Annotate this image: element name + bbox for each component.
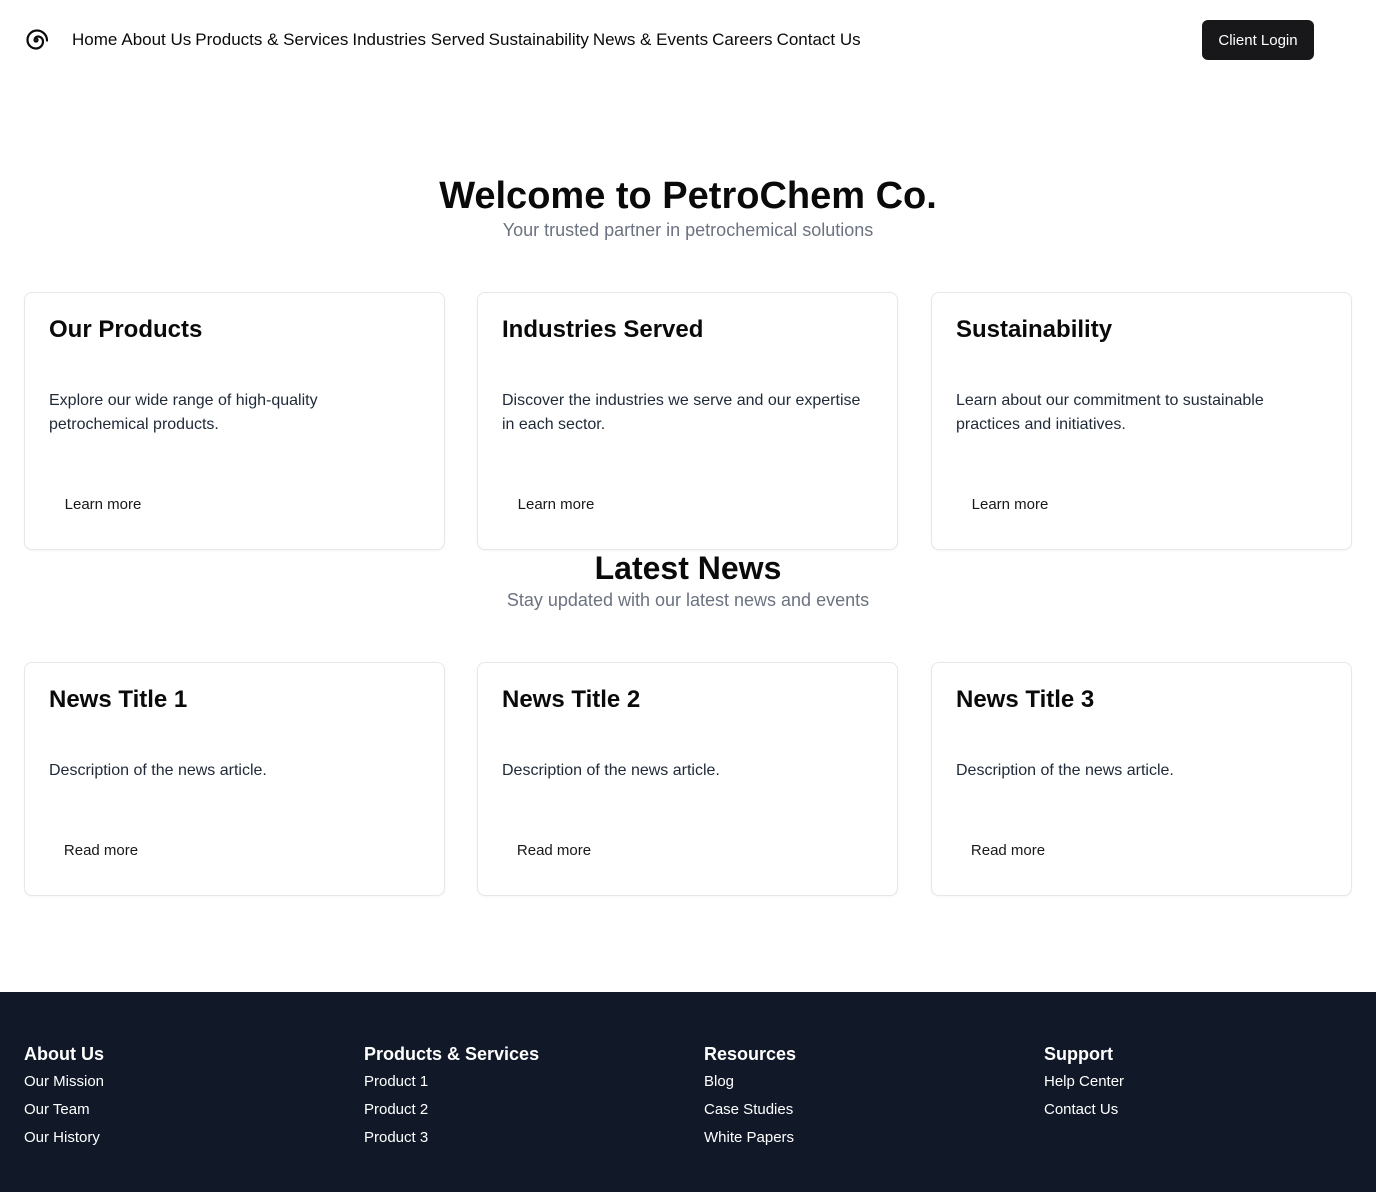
news-card-text: Description of the news article. [956,762,1174,779]
feature-card-products: Our Products Explore our wide range of h… [24,292,445,550]
spiral-logo-icon[interactable] [24,28,48,52]
footer-link-contact-us[interactable]: Contact Us [1044,1096,1124,1124]
footer-link-white-papers[interactable]: White Papers [704,1124,796,1152]
hero-title: Welcome to PetroChem Co. [439,175,937,217]
news-card: News Title 1 Description of the news art… [24,662,445,896]
footer-link-case-studies[interactable]: Case Studies [704,1096,796,1124]
feature-card-title: Our Products [49,316,203,343]
footer-link-blog[interactable]: Blog [704,1068,796,1096]
feature-card-text: Explore our wide range of high-quality p… [49,392,318,433]
nav-sustainability[interactable]: Sustainability [489,30,589,50]
nav-products-services[interactable]: Products & Services [195,30,348,50]
learn-more-button[interactable]: Learn more [49,485,157,525]
client-login-button[interactable]: Client Login [1202,20,1314,60]
footer-link-our-team[interactable]: Our Team [24,1096,104,1124]
read-more-button[interactable]: Read more [502,831,606,871]
news-section-subtitle: Stay updated with our latest news and ev… [506,590,870,610]
feature-card-industries: Industries Served Discover the industrie… [477,292,898,550]
footer-link-our-mission[interactable]: Our Mission [24,1068,104,1096]
learn-more-button[interactable]: Learn more [502,485,610,525]
nav-contact-us[interactable]: Contact Us [777,30,861,50]
nav-industries-served[interactable]: Industries Served [352,30,484,50]
feature-card-title: Sustainability [956,316,1113,343]
footer-column-about: About Us Our Mission Our Team Our Histor… [24,1044,104,1152]
feature-card-text: Learn about our commitment to sustainabl… [956,392,1264,433]
site-footer: About Us Our Mission Our Team Our Histor… [0,992,1376,1192]
news-card-title: News Title 2 [502,686,641,713]
feature-card-sustainability: Sustainability Learn about our commitmen… [931,292,1352,550]
footer-link-product-3[interactable]: Product 3 [364,1124,539,1152]
news-card-text: Description of the news article. [502,762,720,779]
news-card: News Title 3 Description of the news art… [931,662,1352,896]
read-more-button[interactable]: Read more [956,831,1060,871]
news-section-title: Latest News [594,550,782,586]
footer-column-title: About Us [24,1044,104,1064]
footer-column-resources: Resources Blog Case Studies White Papers [704,1044,796,1152]
feature-card-title: Industries Served [502,316,704,343]
footer-link-product-1[interactable]: Product 1 [364,1068,539,1096]
nav-home[interactable]: Home [72,30,117,50]
nav-about-us[interactable]: About Us [121,30,191,50]
footer-link-our-history[interactable]: Our History [24,1124,104,1152]
feature-card-text: Discover the industries we serve and our… [502,392,861,433]
news-card: News Title 2 Description of the news art… [477,662,898,896]
footer-column-title: Products & Services [364,1044,540,1064]
nav-careers[interactable]: Careers [712,30,772,50]
footer-column-title: Support [1044,1044,1113,1064]
footer-column-title: Resources [704,1044,797,1064]
main-nav: Home About Us Products & Services Indust… [72,30,861,50]
read-more-button[interactable]: Read more [49,831,153,871]
hero-subtitle: Your trusted partner in petrochemical so… [502,220,874,240]
site-header: Home About Us Products & Services Indust… [0,0,1376,80]
footer-link-product-2[interactable]: Product 2 [364,1096,539,1124]
news-card-title: News Title 1 [49,686,188,713]
nav-news-events[interactable]: News & Events [593,30,708,50]
footer-link-help-center[interactable]: Help Center [1044,1068,1124,1096]
learn-more-button[interactable]: Learn more [956,485,1064,525]
footer-column-support: Support Help Center Contact Us [1044,1044,1124,1124]
footer-column-products: Products & Services Product 1 Product 2 … [364,1044,539,1152]
news-card-title: News Title 3 [956,686,1095,713]
news-card-text: Description of the news article. [49,762,267,779]
